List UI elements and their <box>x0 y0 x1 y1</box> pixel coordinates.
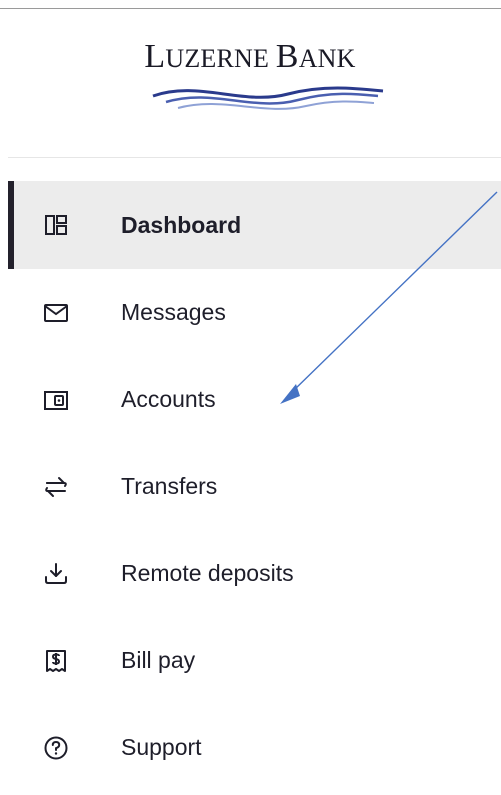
sidebar-nav: Dashboard Messages Accounts Transfers Re… <box>8 181 501 791</box>
sidebar-item-bill-pay[interactable]: Bill pay <box>8 617 501 704</box>
sidebar-item-label: Transfers <box>121 473 218 499</box>
receipt-dollar-icon <box>42 647 70 675</box>
transfer-arrows-icon <box>42 473 70 501</box>
help-circle-icon <box>42 734 70 762</box>
wallet-icon <box>42 386 70 414</box>
sidebar-item-label: Messages <box>121 299 226 325</box>
sidebar-item-dashboard[interactable]: Dashboard <box>8 181 501 269</box>
envelope-icon <box>42 299 70 327</box>
sidebar-item-label: Dashboard <box>121 211 242 238</box>
download-tray-icon <box>42 560 70 588</box>
top-rule <box>0 8 501 9</box>
sidebar-item-remote-deposits[interactable]: Remote deposits <box>8 530 501 617</box>
sidebar-item-label: Accounts <box>121 386 216 412</box>
header-divider <box>8 157 501 158</box>
sidebar-item-transfers[interactable]: Transfers <box>8 443 501 530</box>
sidebar-item-label: Support <box>121 734 202 760</box>
bank-logo-text: LUZERNE BANK <box>144 38 356 75</box>
sidebar-item-label: Remote deposits <box>121 560 294 586</box>
sidebar-item-accounts[interactable]: Accounts <box>8 356 501 443</box>
logo-waves-icon <box>152 86 384 110</box>
sidebar-item-label: Bill pay <box>121 647 196 673</box>
dashboard-icon <box>42 211 70 239</box>
bank-logo[interactable]: LUZERNE BANK <box>0 38 501 110</box>
sidebar-item-messages[interactable]: Messages <box>8 269 501 356</box>
sidebar-item-support[interactable]: Support <box>8 704 501 791</box>
